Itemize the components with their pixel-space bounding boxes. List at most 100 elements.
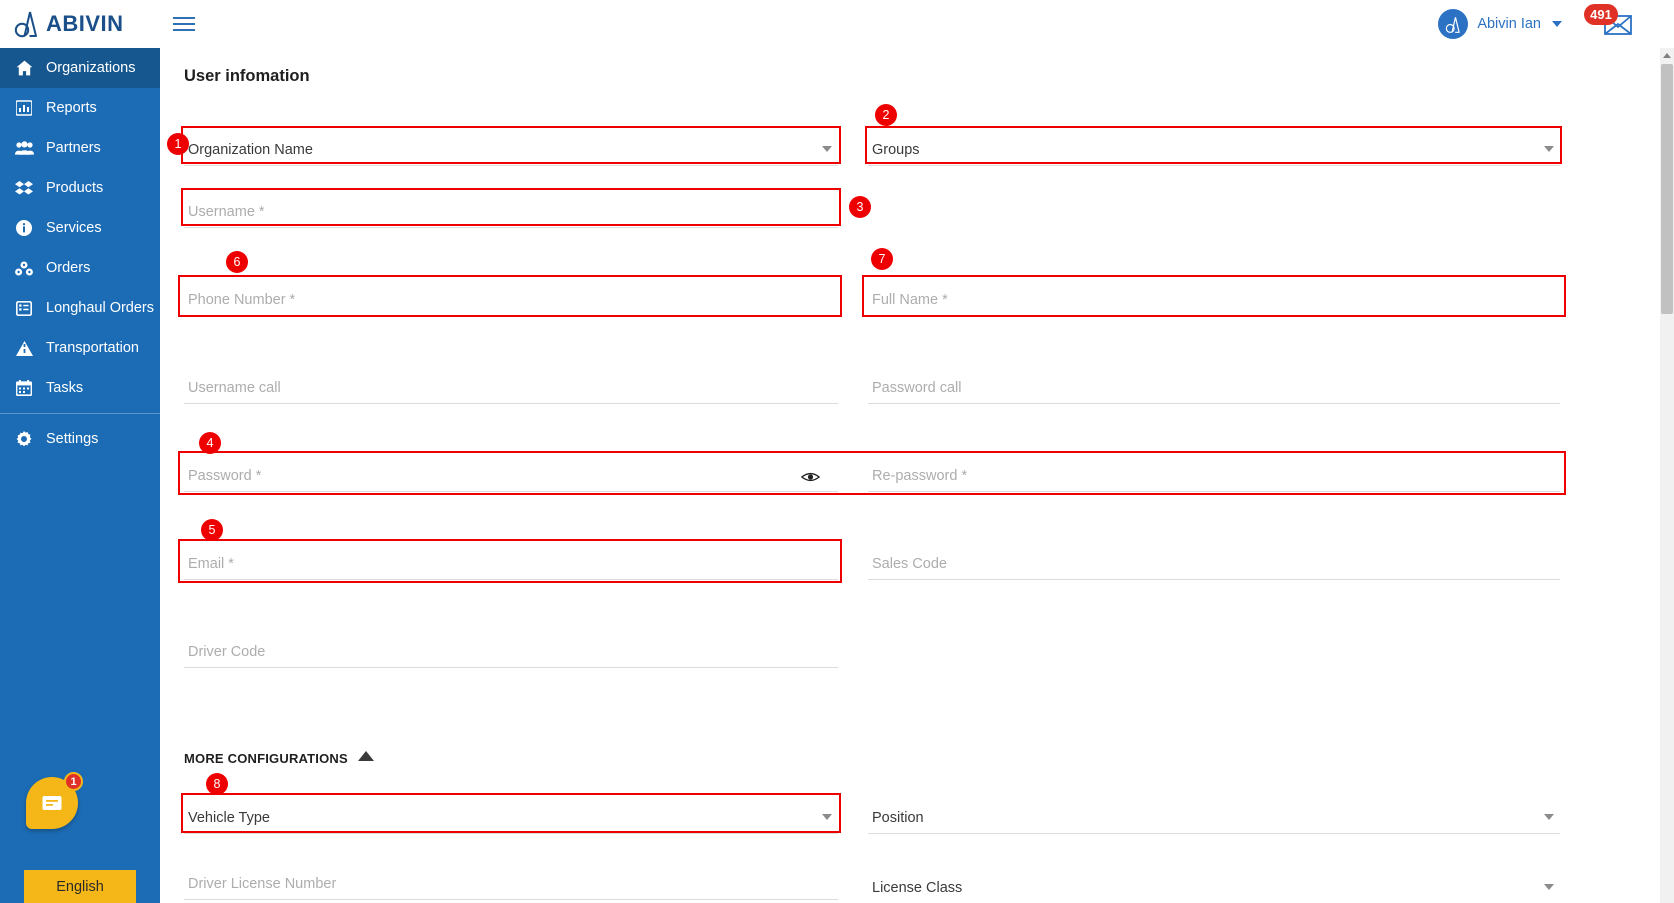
full-name-placeholder: Full Name * — [872, 292, 948, 308]
avatar — [1438, 9, 1469, 39]
orders-icon — [14, 261, 34, 276]
groups-field[interactable]: Groups — [868, 128, 1560, 166]
home-icon — [14, 60, 34, 76]
sidebar-item-orders[interactable]: Orders — [0, 248, 160, 288]
abivin-logo-icon — [14, 11, 37, 38]
license-class-field[interactable]: License Class — [868, 866, 1560, 903]
main-content: User infomation Organization Name Groups… — [160, 48, 1674, 903]
sidebar-divider — [0, 413, 160, 414]
driver-license-number-field[interactable]: Driver License Number — [184, 862, 838, 900]
chevron-up-icon — [357, 751, 374, 761]
users-icon — [14, 141, 34, 155]
sidebar-item-label: Partners — [46, 140, 101, 156]
list-table-icon — [14, 300, 34, 316]
sidebar-item-organizations[interactable]: Organizations — [0, 48, 171, 88]
phone-number-field[interactable]: Phone Number * — [184, 278, 838, 316]
driver-code-field[interactable]: Driver Code — [184, 630, 838, 668]
username-call-field[interactable]: Username call — [184, 366, 838, 404]
chevron-down-icon — [1552, 21, 1562, 27]
password-field[interactable]: Password * — [184, 454, 838, 492]
brand-logo-area[interactable]: ABIVIN — [0, 0, 160, 48]
full-name-field[interactable]: Full Name * — [868, 278, 1560, 316]
annotation-marker-8: 8 — [206, 773, 228, 795]
sidebar: Organizations Reports Partners Products — [0, 48, 171, 903]
annotation-marker-1: 1 — [167, 133, 189, 155]
more-configurations-toggle[interactable]: MORE CONFIGURATIONS — [184, 751, 374, 766]
email-field[interactable]: Email * — [184, 542, 838, 580]
position-value: Position — [872, 810, 924, 826]
sidebar-item-label: Tasks — [46, 380, 84, 396]
app-root: ABIVIN Abivin Ian 491 Organizations Repo… — [0, 0, 1674, 903]
chat-widget-button[interactable]: 1 — [26, 772, 83, 829]
sidebar-item-label: Settings — [46, 431, 99, 447]
chevron-down-icon — [822, 146, 832, 152]
sidebar-item-settings[interactable]: Settings — [0, 419, 160, 459]
toggle-password-visibility-icon[interactable] — [801, 470, 820, 484]
mail-badge-count: 491 — [1584, 4, 1618, 25]
organization-name-value: Organization Name — [188, 142, 313, 158]
chat-badge-count: 1 — [64, 772, 83, 791]
sidebar-item-label: Longhaul Orders — [46, 300, 155, 316]
annotation-marker-7: 7 — [871, 248, 893, 270]
vertical-scrollbar[interactable] — [1660, 48, 1674, 903]
re-password-field[interactable]: Re-password * — [868, 454, 1560, 492]
position-field[interactable]: Position — [868, 796, 1560, 834]
annotation-marker-2: 2 — [875, 104, 897, 126]
mail-notifications[interactable]: 491 — [1584, 0, 1648, 48]
re-password-placeholder: Re-password * — [872, 468, 968, 484]
annotation-marker-6: 6 — [226, 251, 248, 273]
email-placeholder: Email * — [188, 556, 234, 572]
password-placeholder: Password * — [188, 468, 262, 484]
hamburger-icon[interactable] — [166, 0, 202, 48]
annotation-marker-4: 4 — [199, 432, 221, 454]
info-circle-icon — [14, 220, 34, 236]
sidebar-item-tasks[interactable]: Tasks — [0, 368, 160, 408]
gear-icon — [14, 431, 34, 447]
brand-name: ABIVIN — [46, 11, 124, 36]
license-class-value: License Class — [872, 880, 963, 896]
road-icon — [14, 340, 34, 356]
sales-code-field[interactable]: Sales Code — [868, 542, 1560, 580]
sidebar-item-label: Reports — [46, 100, 97, 116]
chevron-down-icon — [1544, 884, 1554, 890]
sidebar-item-longhaul-orders[interactable]: Longhaul Orders — [0, 288, 160, 328]
sidebar-item-services[interactable]: Services — [0, 208, 160, 248]
chart-bar-icon — [14, 100, 34, 116]
sidebar-item-label: Organizations — [46, 60, 136, 76]
language-switcher-button[interactable]: English — [24, 870, 136, 903]
scrollbar-thumb[interactable] — [1661, 64, 1673, 314]
sidebar-item-label: Orders — [46, 260, 91, 276]
sidebar-item-label: Transportation — [46, 340, 139, 356]
vehicle-type-value: Vehicle Type — [188, 810, 270, 826]
user-name: Abivin Ian — [1477, 16, 1541, 32]
organization-name-field[interactable]: Organization Name — [184, 128, 838, 166]
username-call-placeholder: Username call — [188, 380, 281, 396]
password-call-placeholder: Password call — [872, 380, 962, 396]
chevron-down-icon — [1544, 814, 1554, 820]
driver-license-number-placeholder: Driver License Number — [188, 876, 337, 892]
sidebar-item-label: Services — [46, 220, 102, 236]
user-information-form: Organization Name Groups Username * Phon… — [160, 48, 1674, 903]
driver-code-placeholder: Driver Code — [188, 644, 266, 660]
user-menu[interactable]: Abivin Ian — [1438, 9, 1566, 39]
sidebar-item-transportation[interactable]: Transportation — [0, 328, 160, 368]
calendar-icon — [14, 380, 34, 396]
vehicle-type-field[interactable]: Vehicle Type — [184, 796, 838, 834]
top-bar: ABIVIN Abivin Ian 491 — [0, 0, 1674, 48]
sidebar-item-partners[interactable]: Partners — [0, 128, 160, 168]
language-label: English — [56, 878, 104, 895]
abivin-avatar-icon — [1445, 16, 1460, 33]
phone-number-placeholder: Phone Number * — [188, 292, 296, 308]
username-field[interactable]: Username * — [184, 190, 838, 228]
password-call-field[interactable]: Password call — [868, 366, 1560, 404]
chat-bubble-icon — [42, 796, 62, 810]
sidebar-item-label: Products — [46, 180, 104, 196]
scroll-up-arrow-icon[interactable] — [1660, 48, 1674, 62]
more-configurations-label: MORE CONFIGURATIONS — [184, 751, 348, 766]
sidebar-item-products[interactable]: Products — [0, 168, 160, 208]
sidebar-item-reports[interactable]: Reports — [0, 88, 160, 128]
username-placeholder: Username * — [188, 204, 265, 220]
chevron-down-icon — [822, 814, 832, 820]
groups-value: Groups — [872, 142, 920, 158]
annotation-marker-3: 3 — [849, 196, 871, 218]
